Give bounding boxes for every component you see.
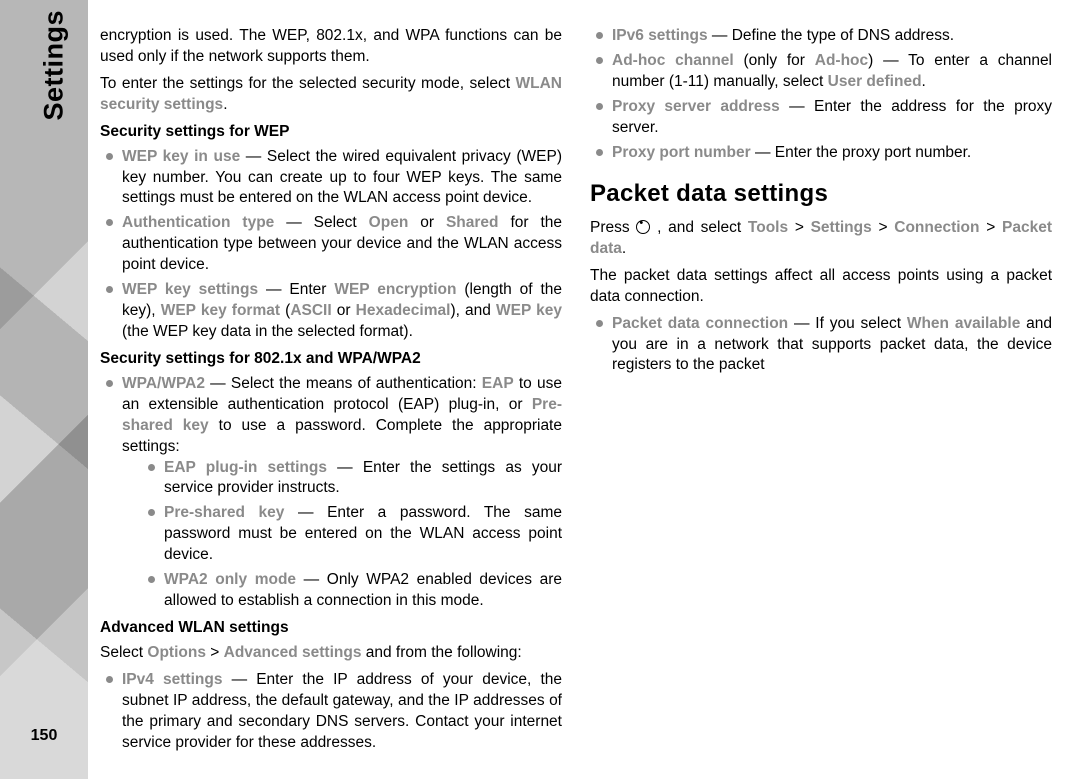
text: (: [280, 302, 290, 319]
decorative-sidebar: Settings 150: [0, 0, 88, 779]
text: — Enter the proxy port number.: [751, 144, 972, 161]
text: >: [980, 219, 1003, 236]
section-side-label: Settings: [36, 10, 72, 121]
paragraph: The packet data settings affect all acce…: [590, 266, 1052, 308]
menu-key-icon: [636, 220, 650, 234]
text: — If you select: [788, 315, 907, 332]
ui-term: Open: [369, 214, 409, 231]
list-item: Proxy server address — Enter the address…: [590, 97, 1052, 139]
ui-term: Options: [147, 644, 206, 661]
paragraph: Press , and select Tools > Settings > Co…: [590, 218, 1052, 260]
text: (the WEP key data in the selected format…: [122, 323, 413, 340]
page-body: encryption is used. The WEP, 802.1x, and…: [88, 0, 1080, 779]
ui-term: WEP key format: [161, 302, 280, 319]
text: (only for: [734, 52, 815, 69]
ui-term: Authentication type: [122, 214, 274, 231]
ui-term: Hexadecimal: [356, 302, 451, 319]
text: — Select: [274, 214, 368, 231]
list-item: WEP key settings — Enter WEP encryption …: [100, 280, 562, 343]
text: >: [872, 219, 895, 236]
text: ), and: [450, 302, 496, 319]
heading-security-wep: Security settings for WEP: [100, 122, 562, 143]
ui-term: Packet data connection: [612, 315, 788, 332]
list-item: Pre-shared key — Enter a password. The s…: [142, 503, 562, 566]
list-item: WPA/WPA2 — Select the means of authentic…: [100, 374, 562, 612]
ui-term: Settings: [811, 219, 872, 236]
text: >: [206, 644, 224, 661]
text: or: [332, 302, 356, 319]
ui-term: User defined: [828, 73, 922, 90]
text: Select: [100, 644, 147, 661]
text: — Define the type of DNS address.: [708, 27, 954, 44]
text: or: [408, 214, 446, 231]
list-item: IPv6 settings — Define the type of DNS a…: [590, 26, 1052, 47]
list-wpa-sub: EAP plug-in settings — Enter the setting…: [142, 458, 562, 612]
heading-security-wpa: Security settings for 802.1x and WPA/WPA…: [100, 349, 562, 370]
ui-term: Shared: [446, 214, 499, 231]
ui-term: Advanced settings: [224, 644, 362, 661]
ui-term: IPv6 settings: [612, 27, 708, 44]
text: .: [922, 73, 926, 90]
ui-term: IPv4 settings: [122, 671, 222, 688]
list-item: EAP plug-in settings — Enter the setting…: [142, 458, 562, 500]
text: Press: [590, 219, 636, 236]
list-item: Ad-hoc channel (only for Ad-hoc) — To en…: [590, 51, 1052, 93]
ui-term: WEP key in use: [122, 148, 240, 165]
list-item: Proxy port number — Enter the proxy port…: [590, 143, 1052, 164]
ui-term: Tools: [748, 219, 788, 236]
ui-term: Ad-hoc: [815, 52, 868, 69]
list-item: WPA2 only mode — Only WPA2 enabled devic…: [142, 570, 562, 612]
ui-term: EAP: [482, 375, 514, 392]
text: .: [223, 96, 227, 113]
text: and from the following:: [361, 644, 521, 661]
heading-packet-data: Packet data settings: [590, 178, 1052, 210]
text: .: [622, 240, 626, 257]
paragraph: To enter the settings for the selected s…: [100, 74, 562, 116]
list-item: WEP key in use — Select the wired equiva…: [100, 147, 562, 210]
ui-term: EAP plug-in settings: [164, 459, 327, 476]
ui-term: WEP key: [496, 302, 562, 319]
list-item: Authentication type — Select Open or Sha…: [100, 213, 562, 276]
list-item: IPv4 settings — Enter the IP address of …: [100, 670, 562, 754]
ui-term: WPA2 only mode: [164, 571, 296, 588]
ui-term: Proxy server address: [612, 98, 780, 115]
ui-term: Proxy port number: [612, 144, 751, 161]
ui-term: WEP encryption: [334, 281, 456, 298]
ui-term: ASCII: [290, 302, 331, 319]
page-number: 150: [0, 725, 88, 747]
ui-term: WEP key settings: [122, 281, 258, 298]
ui-term: Pre-shared key: [164, 504, 284, 521]
text: To enter the settings for the selected s…: [100, 75, 516, 92]
text: — Enter: [258, 281, 334, 298]
list-wep-settings: WEP key in use — Select the wired equiva…: [100, 147, 562, 343]
paragraph: encryption is used. The WEP, 802.1x, and…: [100, 26, 562, 68]
list-item: Packet data connection — If you select W…: [590, 314, 1052, 377]
list-packet-data: Packet data connection — If you select W…: [590, 314, 1052, 377]
text: , and select: [650, 219, 748, 236]
paragraph: Select Options > Advanced settings and f…: [100, 643, 562, 664]
ui-term: Connection: [894, 219, 979, 236]
ui-term: When available: [907, 315, 1021, 332]
ui-term: Ad-hoc channel: [612, 52, 734, 69]
heading-advanced-wlan: Advanced WLAN settings: [100, 618, 562, 639]
text: >: [788, 219, 811, 236]
list-wpa-settings: WPA/WPA2 — Select the means of authentic…: [100, 374, 562, 612]
text: — Select the means of authentication:: [205, 375, 482, 392]
ui-term: WPA/WPA2: [122, 375, 205, 392]
